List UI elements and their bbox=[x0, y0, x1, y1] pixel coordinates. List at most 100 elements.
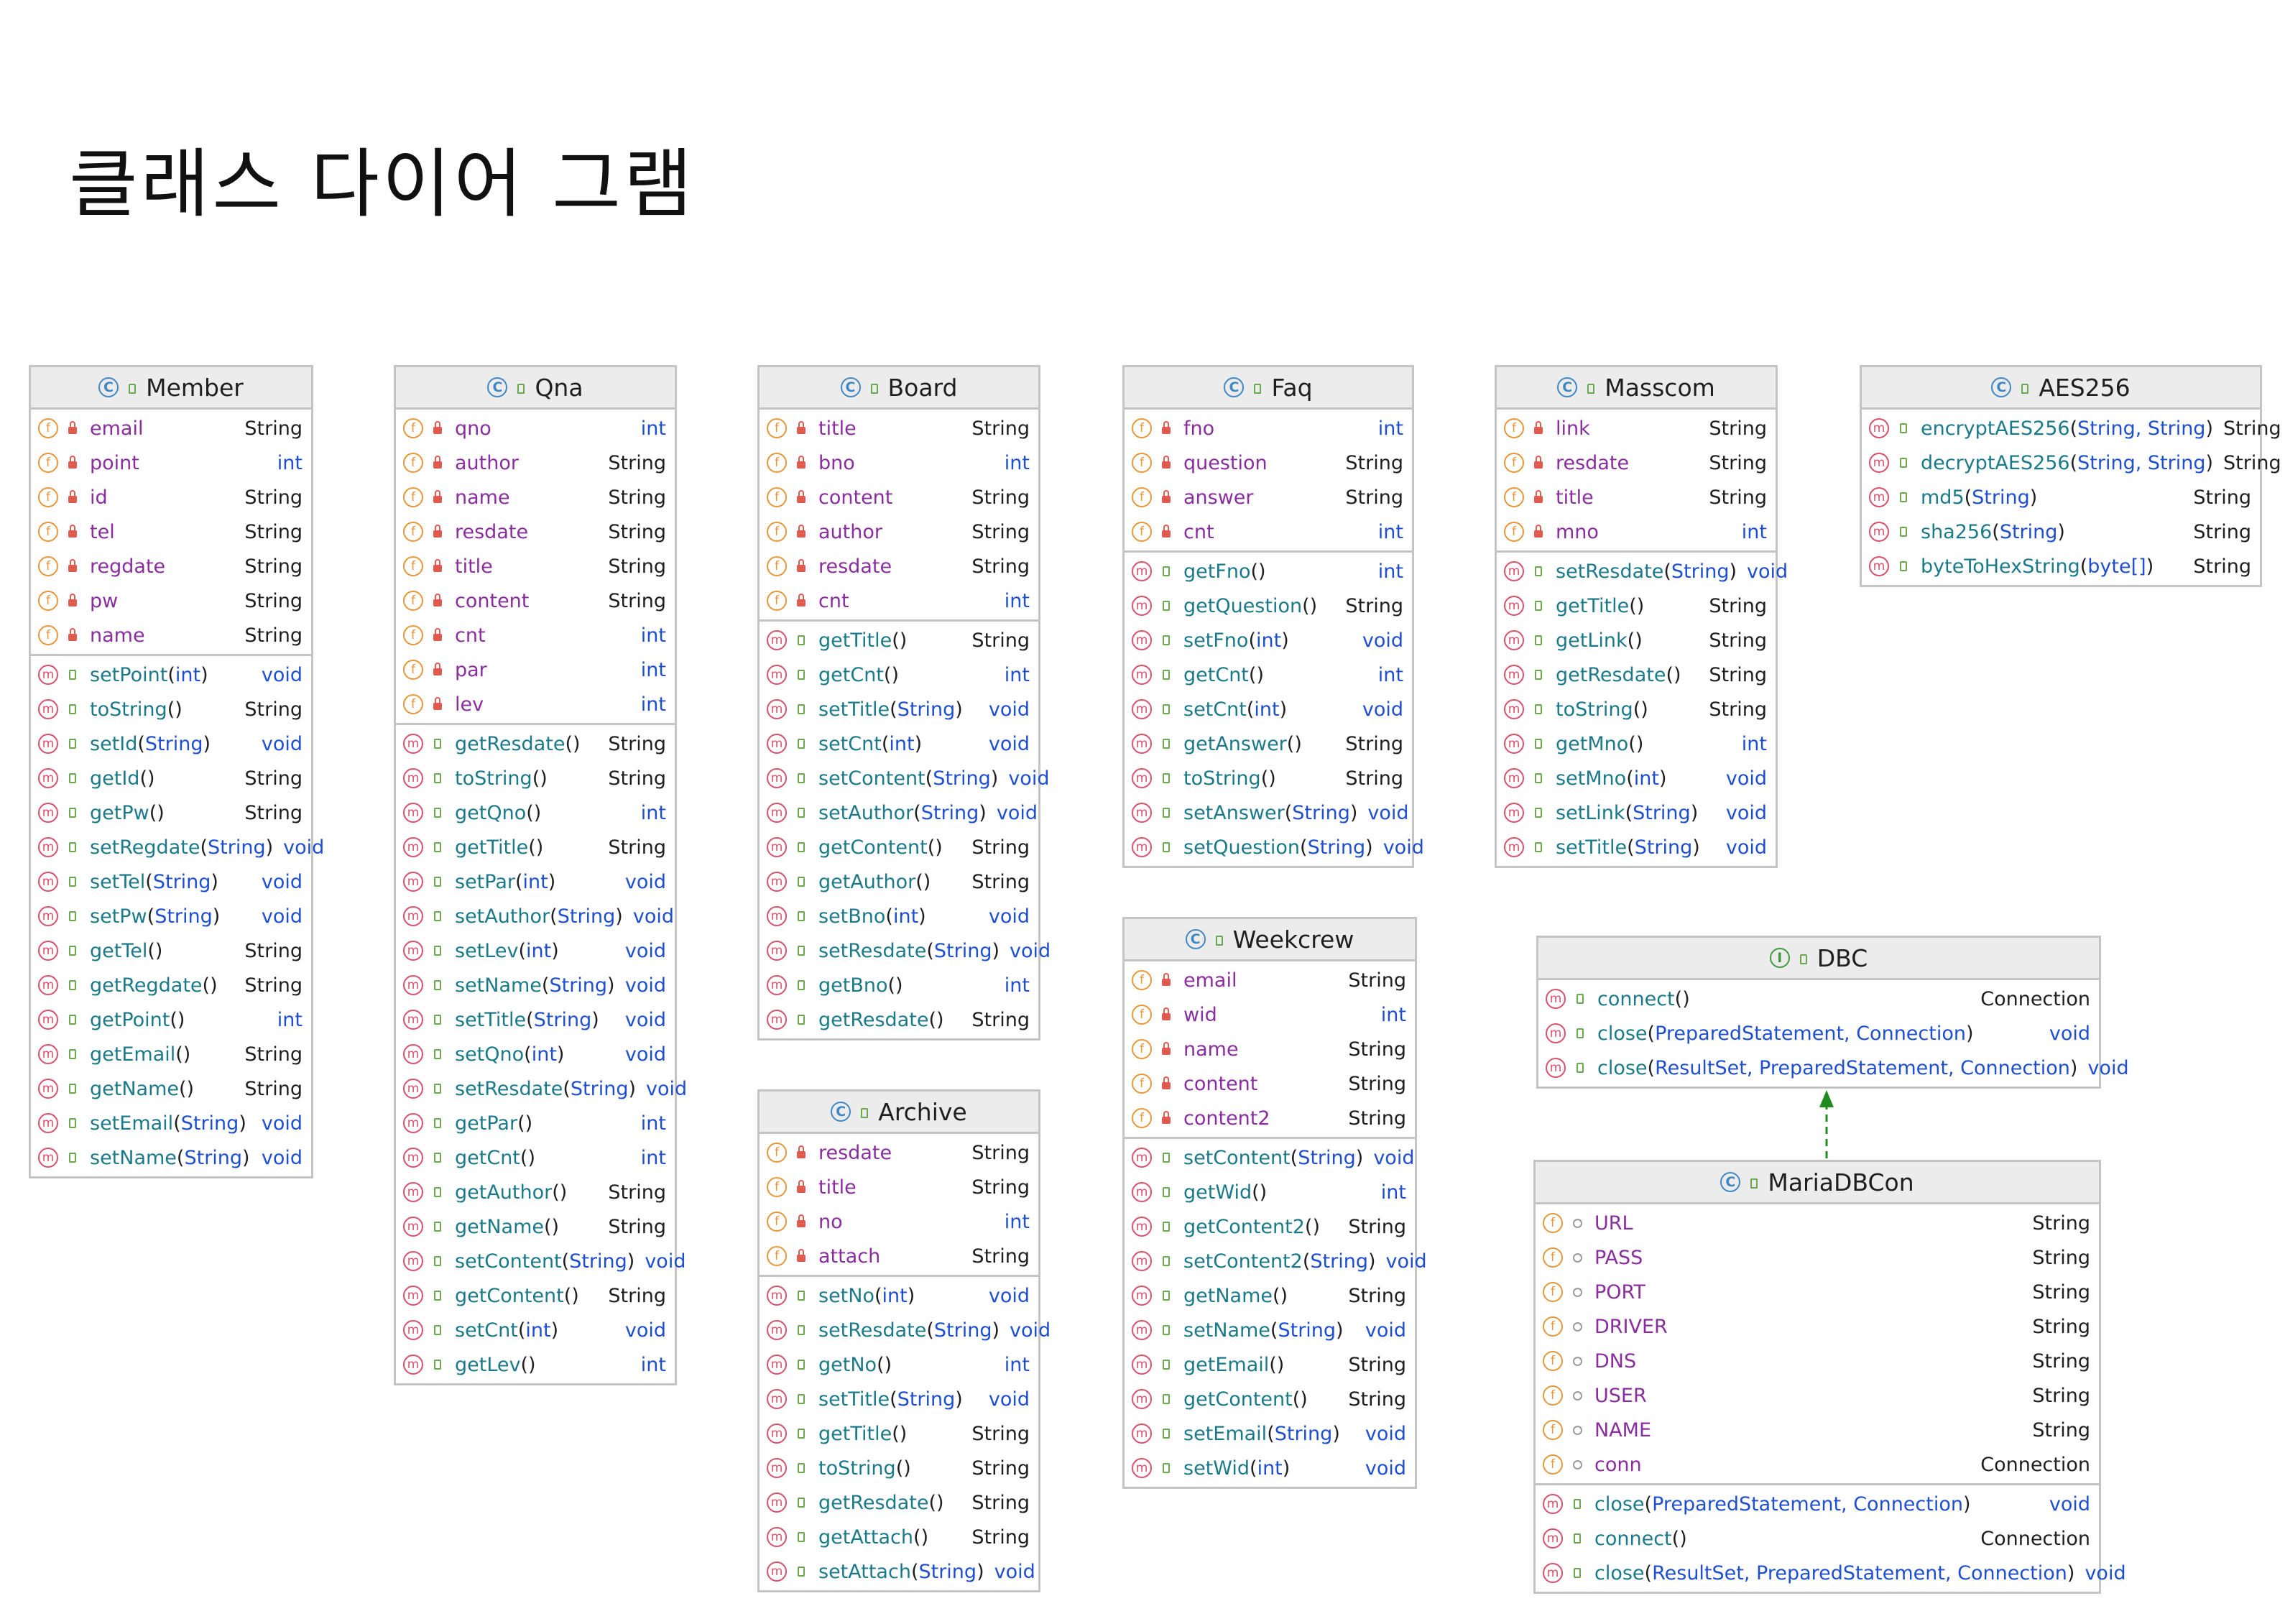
method-row[interactable]: m connect() Connection bbox=[1536, 1521, 2099, 1556]
field-row[interactable]: f DRIVER String bbox=[1536, 1309, 2099, 1344]
field-row[interactable]: f attach String bbox=[760, 1239, 1038, 1273]
method-row[interactable]: m setResdate (String) void bbox=[760, 933, 1051, 968]
method-row[interactable]: m byteToHexString (byte[]) String bbox=[1862, 549, 2260, 583]
method-row[interactable]: m sha256 (String) String bbox=[1862, 515, 2260, 549]
method-row[interactable]: m getCnt() int bbox=[396, 1140, 675, 1175]
method-row[interactable]: m getTitle() String bbox=[760, 623, 1038, 658]
field-row[interactable]: f title String bbox=[396, 549, 675, 583]
class-box-board[interactable]: C Board f title String f bno int f content String f… bbox=[757, 365, 1051, 1041]
field-row[interactable]: f name String bbox=[396, 480, 675, 515]
field-row[interactable]: f tel String bbox=[31, 515, 311, 549]
method-row[interactable]: m getLev() int bbox=[396, 1347, 675, 1382]
method-row[interactable]: m getAuthor() String bbox=[396, 1175, 675, 1209]
field-row[interactable]: f PORT String bbox=[1536, 1275, 2099, 1309]
method-row[interactable]: m decryptAES256 (String, String) String bbox=[1862, 446, 2281, 480]
method-row[interactable]: m setMno (int) void bbox=[1497, 761, 1776, 795]
field-row[interactable]: f fno int bbox=[1125, 411, 1412, 446]
method-row[interactable]: m setEmail (String) void bbox=[1125, 1416, 1415, 1451]
method-row[interactable]: m getRegdate() String bbox=[31, 968, 311, 1002]
method-row[interactable]: m setAuthor (String) void bbox=[396, 899, 675, 933]
method-row[interactable]: m getAuthor() String bbox=[760, 864, 1038, 899]
method-row[interactable]: m getCnt() int bbox=[760, 658, 1038, 692]
field-row[interactable]: f title String bbox=[760, 411, 1038, 446]
method-row[interactable]: m setTitle (String) void bbox=[1497, 830, 1776, 864]
method-row[interactable]: m toString() String bbox=[760, 1451, 1038, 1485]
field-row[interactable]: f mno int bbox=[1497, 515, 1776, 549]
method-row[interactable]: m getFno() int bbox=[1125, 554, 1412, 589]
field-row[interactable]: f DNS String bbox=[1536, 1344, 2099, 1378]
field-row[interactable]: f title String bbox=[760, 1170, 1038, 1204]
method-row[interactable]: m setLink (String) void bbox=[1497, 795, 1776, 830]
field-row[interactable]: f resdate String bbox=[396, 515, 675, 549]
method-row[interactable]: m getContent() String bbox=[396, 1278, 675, 1313]
method-row[interactable]: m getResdate() String bbox=[396, 726, 675, 761]
method-row[interactable]: m setPw (String) void bbox=[31, 899, 311, 933]
method-row[interactable]: m getTitle() String bbox=[396, 830, 675, 864]
class-box-archive[interactable]: C Archive f resdate String f title String f no int… bbox=[757, 1089, 1051, 1592]
method-row[interactable]: m setResdate (String) void bbox=[396, 1071, 687, 1106]
method-row[interactable]: m getAnswer() String bbox=[1125, 726, 1412, 761]
class-box-qna[interactable]: C Qna f qno int f author String f name String f resd… bbox=[394, 365, 687, 1385]
field-row[interactable]: f cnt int bbox=[1125, 515, 1412, 549]
method-row[interactable]: m getContent() String bbox=[1125, 1382, 1415, 1416]
method-row[interactable]: m close (ResultSet, PreparedStatement, Con… bbox=[1538, 1051, 2129, 1085]
method-row[interactable]: m getResdate() String bbox=[760, 1002, 1038, 1037]
method-row[interactable]: m setTitle (String) void bbox=[396, 1002, 675, 1037]
field-row[interactable]: f point int bbox=[31, 446, 311, 480]
method-row[interactable]: m close (PreparedStatement, Connection) voi… bbox=[1538, 1016, 2099, 1051]
method-row[interactable]: m close (ResultSet, PreparedStatement, Con… bbox=[1536, 1556, 2126, 1590]
method-row[interactable]: m md5 (String) String bbox=[1862, 480, 2260, 515]
method-row[interactable]: m setLev (int) void bbox=[396, 933, 675, 968]
field-row[interactable]: f resdate String bbox=[760, 1135, 1038, 1170]
method-row[interactable]: m getCnt() int bbox=[1125, 658, 1412, 692]
method-row[interactable]: m encryptAES256 (String, String) String bbox=[1862, 411, 2281, 446]
method-row[interactable]: m getQuestion() String bbox=[1125, 589, 1412, 623]
field-row[interactable]: f content2 String bbox=[1125, 1101, 1415, 1135]
field-row[interactable]: f answer String bbox=[1125, 480, 1412, 515]
class-box-faq[interactable]: C Faq f fno int f question String f answer String f… bbox=[1122, 365, 1424, 868]
field-row[interactable]: f URL String bbox=[1536, 1206, 2099, 1240]
method-row[interactable]: m setId (String) void bbox=[31, 726, 311, 761]
method-row[interactable]: m getTel() String bbox=[31, 933, 311, 968]
method-row[interactable]: m setNo (int) void bbox=[760, 1278, 1038, 1313]
method-row[interactable]: m getEmail() String bbox=[1125, 1347, 1415, 1382]
field-row[interactable]: f email String bbox=[31, 411, 311, 446]
class-box-member[interactable]: C Member f email String f point int f id String f te… bbox=[29, 365, 324, 1178]
method-row[interactable]: m setPar (int) void bbox=[396, 864, 675, 899]
method-row[interactable]: m setBno (int) void bbox=[760, 899, 1038, 933]
method-row[interactable]: m setName (String) void bbox=[1125, 1313, 1415, 1347]
method-row[interactable]: m toString() String bbox=[396, 761, 675, 795]
field-row[interactable]: f id String bbox=[31, 480, 311, 515]
field-row[interactable]: f cnt int bbox=[760, 583, 1038, 618]
field-row[interactable]: f no int bbox=[760, 1204, 1038, 1239]
method-row[interactable]: m getName() String bbox=[1125, 1278, 1415, 1313]
class-box-dbc[interactable]: I DBC m connect() Connection m close (PreparedS… bbox=[1536, 936, 2129, 1089]
method-row[interactable]: m getContent2() String bbox=[1125, 1209, 1415, 1244]
method-row[interactable]: m getAttach() String bbox=[760, 1520, 1038, 1554]
field-row[interactable]: f qno int bbox=[396, 411, 675, 446]
method-row[interactable]: m getName() String bbox=[396, 1209, 675, 1244]
field-row[interactable]: f email String bbox=[1125, 963, 1415, 997]
method-row[interactable]: m getId() String bbox=[31, 761, 311, 795]
field-row[interactable]: f pw String bbox=[31, 583, 311, 618]
method-row[interactable]: m setCnt (int) void bbox=[760, 726, 1038, 761]
field-row[interactable]: f content String bbox=[396, 583, 675, 618]
method-row[interactable]: m setContent (String) void bbox=[396, 1244, 686, 1278]
method-row[interactable]: m setCnt (int) void bbox=[1125, 692, 1412, 726]
method-row[interactable]: m setContent (String) void bbox=[760, 761, 1049, 795]
field-row[interactable]: f cnt int bbox=[396, 618, 675, 652]
field-row[interactable]: f par int bbox=[396, 652, 675, 687]
class-box-aes256[interactable]: C AES256 m encryptAES256 (String, String) Str… bbox=[1860, 365, 2281, 587]
method-row[interactable]: m getLink() String bbox=[1497, 623, 1776, 658]
method-row[interactable]: m setAnswer (String) void bbox=[1125, 795, 1412, 830]
method-row[interactable]: m getPw() String bbox=[31, 795, 311, 830]
method-row[interactable]: m getContent() String bbox=[760, 830, 1038, 864]
field-row[interactable]: f content String bbox=[760, 480, 1038, 515]
method-row[interactable]: m setEmail (String) void bbox=[31, 1106, 311, 1140]
method-row[interactable]: m getMno() int bbox=[1497, 726, 1776, 761]
field-row[interactable]: f title String bbox=[1497, 480, 1776, 515]
field-row[interactable]: f link String bbox=[1497, 411, 1776, 446]
method-row[interactable]: m setQno (int) void bbox=[396, 1037, 675, 1071]
method-row[interactable]: m close (PreparedStatement, Connection) voi… bbox=[1536, 1487, 2099, 1521]
method-row[interactable]: m getResdate() String bbox=[1497, 658, 1776, 692]
